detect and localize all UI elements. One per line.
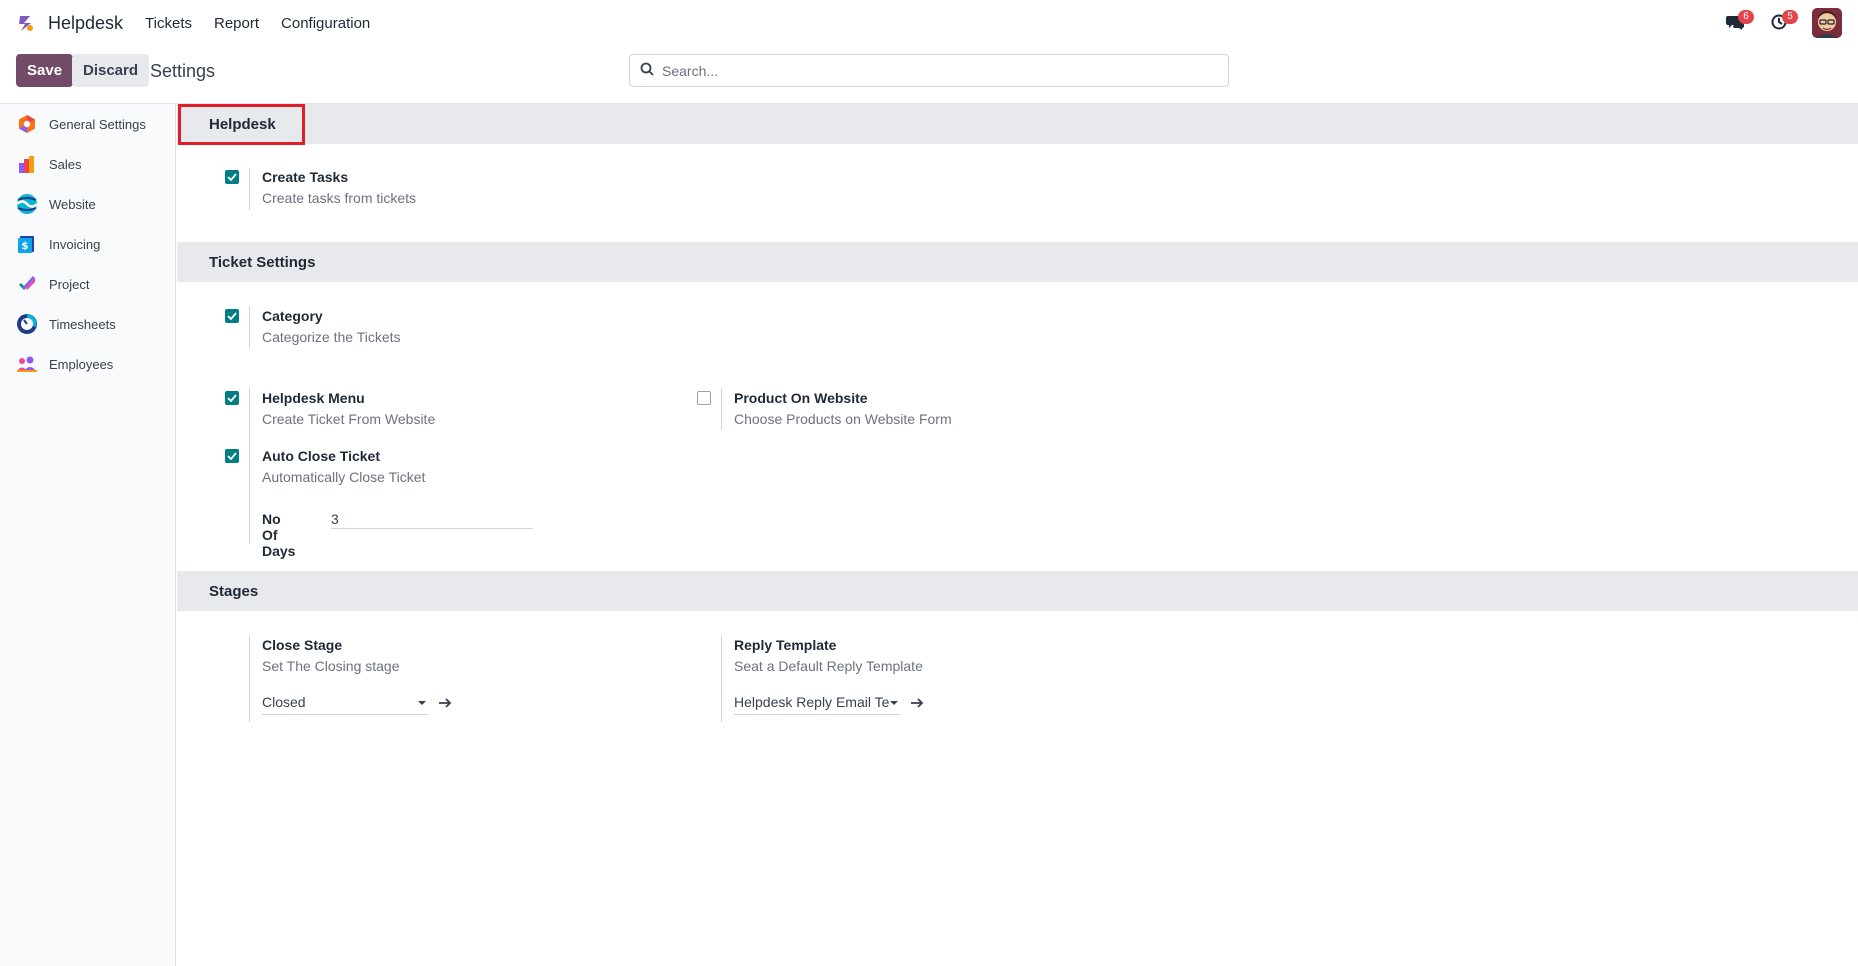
close-stage-select[interactable]: Closed bbox=[262, 693, 428, 715]
no-of-days-label: No Of Days bbox=[262, 511, 296, 559]
create-tasks-checkbox[interactable] bbox=[225, 170, 239, 184]
settings-sidebar: General Settings Sales Website $ Invoici… bbox=[0, 104, 176, 966]
sidebar-label: Employees bbox=[49, 356, 114, 372]
divider bbox=[249, 388, 250, 544]
website-icon bbox=[16, 193, 38, 215]
close-stage-value: Closed bbox=[262, 694, 306, 710]
sidebar-label: Website bbox=[49, 196, 96, 212]
sidebar-label: Timesheets bbox=[49, 316, 116, 332]
activities-badge: 5 bbox=[1782, 10, 1798, 24]
search-icon bbox=[640, 62, 654, 79]
auto-close-ticket-checkbox[interactable] bbox=[225, 449, 239, 463]
reply-template-title: Reply Template bbox=[734, 637, 837, 653]
app-brand[interactable]: Helpdesk bbox=[48, 13, 123, 34]
create-tasks-desc: Create tasks from tickets bbox=[262, 190, 417, 206]
sidebar-label: Sales bbox=[49, 156, 82, 172]
highlight-annotation bbox=[178, 104, 305, 145]
timesheets-icon bbox=[16, 313, 38, 335]
section-title: Ticket Settings bbox=[209, 253, 316, 271]
sidebar-label: Project bbox=[49, 276, 90, 292]
messages-badge: 6 bbox=[1738, 10, 1754, 24]
close-stage-desc: Set The Closing stage bbox=[262, 658, 400, 674]
reply-template-desc: Seat a Default Reply Template bbox=[734, 658, 923, 674]
section-header-helpdesk: Helpdesk bbox=[177, 104, 1858, 144]
systray: 6 5 bbox=[1706, 8, 1842, 38]
chevron-down-icon bbox=[890, 701, 898, 705]
arrow-right-icon bbox=[911, 698, 924, 708]
sidebar-item-website[interactable]: Website bbox=[0, 184, 175, 224]
arrow-right-icon bbox=[439, 698, 452, 708]
no-of-days-input[interactable] bbox=[331, 509, 533, 529]
checkmark-icon bbox=[227, 173, 237, 181]
product-on-website-title: Product On Website bbox=[734, 390, 868, 406]
helpdesk-menu-title: Helpdesk Menu bbox=[262, 390, 365, 406]
category-title: Category bbox=[262, 308, 323, 324]
top-navbar: Helpdesk Tickets Report Configuration 6 … bbox=[0, 0, 1858, 46]
sidebar-item-invoicing[interactable]: $ Invoicing bbox=[0, 224, 175, 264]
reply-template-value: Helpdesk Reply Email Template bbox=[734, 694, 889, 710]
checkmark-icon bbox=[227, 312, 237, 320]
sidebar-label: General Settings bbox=[49, 116, 146, 132]
search-box[interactable] bbox=[629, 54, 1229, 87]
employees-icon bbox=[16, 353, 38, 375]
discard-button[interactable]: Discard bbox=[72, 54, 150, 87]
svg-text:$: $ bbox=[22, 241, 29, 252]
project-icon bbox=[16, 273, 38, 295]
section-header-ticket-settings: Ticket Settings bbox=[177, 242, 1858, 282]
user-avatar[interactable] bbox=[1812, 8, 1842, 38]
divider bbox=[721, 388, 722, 430]
sidebar-item-timesheets[interactable]: Timesheets bbox=[0, 304, 175, 344]
sidebar-item-project[interactable]: Project bbox=[0, 264, 175, 304]
sidebar-item-employees[interactable]: Employees bbox=[0, 344, 175, 384]
menu-report[interactable]: Report bbox=[214, 15, 259, 32]
divider bbox=[249, 636, 250, 722]
checkmark-icon bbox=[227, 394, 237, 402]
create-tasks-title: Create Tasks bbox=[262, 169, 349, 185]
menu-tickets[interactable]: Tickets bbox=[145, 15, 192, 32]
category-desc: Categorize the Tickets bbox=[262, 329, 401, 345]
sidebar-item-sales[interactable]: Sales bbox=[0, 144, 175, 184]
settings-content: Helpdesk Create Tasks Create tasks from … bbox=[177, 104, 1858, 966]
control-panel: Save Discard Settings bbox=[0, 46, 1858, 104]
save-button[interactable]: Save bbox=[16, 54, 74, 87]
divider bbox=[249, 168, 250, 210]
menu-configuration[interactable]: Configuration bbox=[281, 15, 370, 32]
page-title: Settings bbox=[150, 61, 216, 81]
reply-template-select[interactable]: Helpdesk Reply Email Template bbox=[734, 693, 900, 715]
search-input[interactable] bbox=[662, 62, 1202, 79]
section-header-stages: Stages bbox=[177, 571, 1858, 611]
sidebar-label: Invoicing bbox=[49, 236, 101, 252]
activities-button[interactable]: 5 bbox=[1764, 8, 1798, 38]
section-title: Stages bbox=[209, 582, 259, 600]
chevron-down-icon bbox=[418, 701, 426, 705]
messages-button[interactable]: 6 bbox=[1720, 8, 1754, 38]
auto-close-ticket-desc: Automatically Close Ticket bbox=[262, 469, 426, 485]
divider bbox=[249, 306, 250, 348]
sidebar-item-general-settings[interactable]: General Settings bbox=[0, 104, 175, 144]
close-stage-title: Close Stage bbox=[262, 637, 343, 653]
helpdesk-menu-checkbox[interactable] bbox=[225, 391, 239, 405]
invoicing-icon: $ bbox=[16, 233, 38, 255]
divider bbox=[721, 636, 722, 722]
auto-close-ticket-title: Auto Close Ticket bbox=[262, 448, 380, 464]
helpdesk-menu-desc: Create Ticket From Website bbox=[262, 411, 436, 427]
helpdesk-app-icon[interactable] bbox=[16, 13, 36, 33]
sales-icon bbox=[16, 153, 38, 175]
product-on-website-checkbox[interactable] bbox=[697, 391, 711, 405]
checkmark-icon bbox=[227, 452, 237, 460]
product-on-website-desc: Choose Products on Website Form bbox=[734, 411, 952, 427]
general-settings-icon bbox=[16, 113, 38, 135]
close-stage-open-button[interactable] bbox=[438, 696, 452, 712]
category-checkbox[interactable] bbox=[225, 309, 239, 323]
reply-template-open-button[interactable] bbox=[910, 696, 924, 712]
